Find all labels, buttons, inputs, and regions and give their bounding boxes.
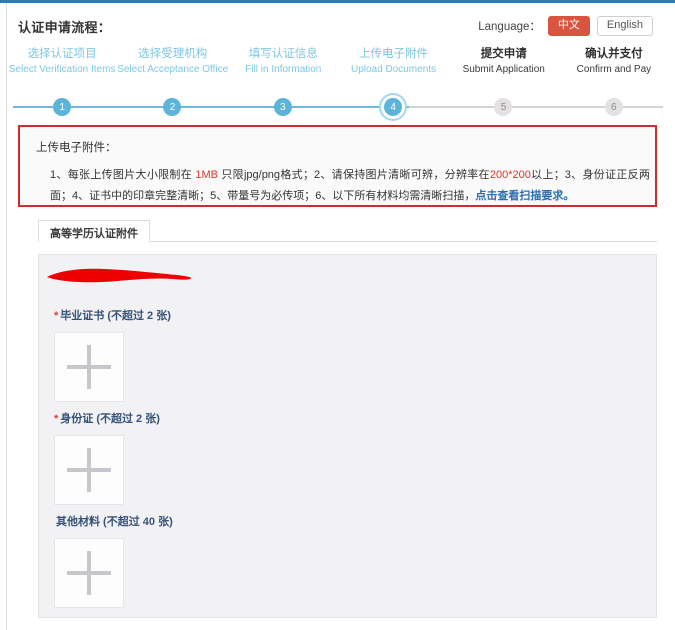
step-4-label-cn: 上传电子附件 — [359, 48, 428, 60]
lang-button-chinese[interactable]: 中文 — [547, 16, 590, 36]
redaction-stroke-icon — [47, 268, 191, 283]
step-5: 提交申请 Submit Application — [449, 47, 559, 77]
step-4: 上传电子附件 Upload Documents — [338, 47, 448, 77]
step-dot-col-5: 5 — [448, 97, 558, 117]
step-1-label-cn: 选择认证项目 — [27, 48, 97, 60]
upload-group-id-card: * 身份证 (不超过 2 张) — [54, 410, 160, 505]
step-dot-6[interactable]: 6 — [604, 98, 623, 116]
step-6-label-cn: 确认并支付 — [585, 48, 643, 60]
upload-panel: * 毕业证书 (不超过 2 张) * 身份证 (不超过 2 张) 其他材料 (不超过… — [38, 254, 657, 618]
step-2: 选择受理机构 Select Acceptance Office — [117, 47, 228, 77]
upload-group-diploma-text: 毕业证书 (不超过 2 张) — [60, 310, 171, 322]
upload-group-id-card-text: 身份证 (不超过 2 张) — [60, 413, 160, 425]
required-asterisk-id-card: * — [54, 413, 59, 425]
notice-resolution: 200*200 — [489, 169, 531, 181]
notice-seg-2: 只限jpg/png格式；2、请保持图片清晰可辨，分辨率在 — [218, 169, 490, 181]
notice-body: 1、每张上传图片大小限制在 1MB 只限jpg/png格式；2、请保持图片清晰可… — [50, 165, 650, 207]
step-1-label-en: Select Verification Items — [8, 64, 116, 75]
page-header: 认证申请流程： Language： 中文 English — [7, 3, 675, 45]
step-dot-3[interactable]: 3 — [273, 98, 292, 116]
upload-group-other-materials-label: 其他材料 (不超过 40 张) — [54, 513, 173, 529]
step-dot-2[interactable]: 2 — [163, 98, 182, 116]
upload-group-other-materials-text: 其他材料 (不超过 40 张) — [56, 516, 173, 528]
plus-icon — [87, 345, 91, 389]
language-label: Language： — [478, 21, 541, 33]
step-dot-4[interactable]: 4 — [384, 98, 403, 116]
notice-size-limit: 1MB — [195, 169, 218, 181]
stepper-dots: 1 2 3 4 5 6 — [7, 97, 669, 117]
step-dot-1[interactable]: 1 — [53, 98, 72, 116]
scan-requirements-link[interactable]: 点击查看扫描要求。 — [475, 190, 574, 202]
step-dot-col-6: 6 — [559, 97, 669, 117]
notice-title: 上传电子附件： — [36, 142, 117, 154]
tab-higher-education-attachments[interactable]: 高等学历认证附件 — [38, 220, 150, 242]
page-container: 认证申请流程： Language： 中文 English 选择认证项目 Sele… — [6, 3, 675, 630]
upload-box-diploma[interactable] — [54, 332, 124, 402]
lang-button-english[interactable]: English — [596, 16, 653, 36]
step-3-label-cn: 填写认证信息 — [248, 48, 318, 60]
step-dot-col-1: 1 — [7, 97, 117, 117]
progress-stepper: 选择认证项目 Select Verification Items 选择受理机构 … — [7, 47, 669, 117]
step-3: 填写认证信息 Fill in Information — [228, 47, 338, 77]
step-3-label-en: Fill in Information — [245, 64, 322, 75]
upload-group-id-card-label: * 身份证 (不超过 2 张) — [54, 410, 160, 426]
stepper-labels: 选择认证项目 Select Verification Items 选择受理机构 … — [7, 47, 669, 77]
page-title: 认证申请流程： — [18, 20, 112, 35]
upload-group-diploma-label: * 毕业证书 (不超过 2 张) — [54, 307, 171, 323]
notice-seg-1: 1、每张上传图片大小限制在 — [50, 169, 196, 181]
upload-box-other-materials[interactable] — [54, 538, 124, 608]
step-dot-col-4: 4 — [338, 97, 448, 117]
upload-box-id-card[interactable] — [54, 435, 124, 505]
plus-icon — [87, 448, 91, 492]
redaction-mark — [45, 265, 193, 285]
upload-notice-box: 上传电子附件： 1、每张上传图片大小限制在 1MB 只限jpg/png格式；2、… — [18, 125, 657, 207]
step-4-label-en: Upload Documents — [350, 64, 437, 75]
upload-group-diploma: * 毕业证书 (不超过 2 张) — [54, 307, 171, 402]
step-dot-5[interactable]: 5 — [494, 98, 513, 116]
step-2-label-cn: 选择受理机构 — [138, 48, 208, 60]
step-2-label-en: Select Acceptance Office — [117, 64, 229, 75]
language-switcher: Language： 中文 English — [478, 16, 653, 36]
step-5-label-cn: 提交申请 — [480, 48, 527, 60]
required-asterisk-diploma: * — [54, 310, 59, 322]
step-dot-col-3: 3 — [228, 97, 338, 117]
attachment-tabs: 高等学历认证附件 — [38, 220, 657, 242]
plus-icon — [87, 551, 91, 595]
step-6-label-en: Confirm and Pay — [576, 64, 652, 75]
step-6: 确认并支付 Confirm and Pay — [559, 47, 669, 77]
step-dot-col-2: 2 — [117, 97, 227, 117]
step-5-label-en: Submit Application — [462, 64, 545, 75]
upload-group-other-materials: 其他材料 (不超过 40 张) — [54, 513, 173, 608]
stepper-track: 1 2 3 4 5 6 — [7, 97, 669, 117]
step-1: 选择认证项目 Select Verification Items — [7, 47, 117, 77]
